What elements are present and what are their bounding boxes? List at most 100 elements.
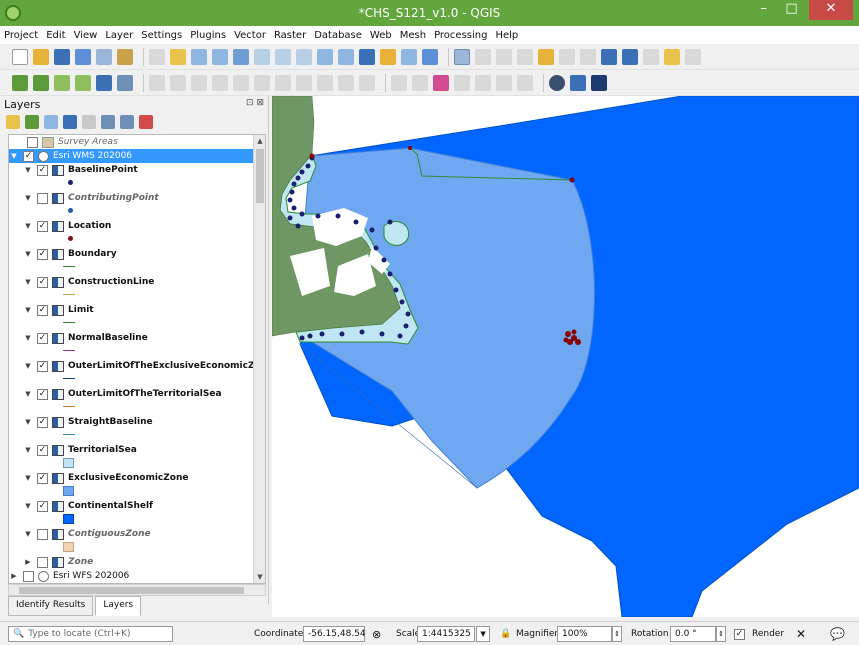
layer-checkbox[interactable]: ✓: [37, 388, 48, 400]
filter-legend-icon[interactable]: [63, 115, 77, 129]
collapse-all-icon[interactable]: [120, 115, 134, 129]
collapse-arrow-icon[interactable]: ▼: [23, 166, 33, 174]
delete-selected-icon[interactable]: [254, 74, 270, 91]
expand-arrow-icon[interactable]: ▶: [9, 572, 19, 580]
pencil-cross-icon[interactable]: ✕: [796, 626, 806, 642]
tab-layers[interactable]: Layers: [95, 596, 142, 616]
add-vector-icon[interactable]: [54, 74, 70, 91]
speech-bubble-icon[interactable]: 💬: [830, 626, 845, 642]
layer-checkbox[interactable]: ✓: [37, 276, 48, 288]
minimize-button[interactable]: –: [750, 0, 777, 20]
vertex-tool-icon[interactable]: [233, 74, 249, 91]
save-edits-icon[interactable]: [191, 74, 207, 91]
layer-continentalshelf[interactable]: ▼ ✓ ContinentalShelf: [23, 499, 153, 513]
layer-checkbox[interactable]: ✓: [37, 220, 48, 232]
book-icon[interactable]: [591, 74, 607, 91]
refresh-icon[interactable]: [422, 48, 438, 65]
collapse-arrow-icon[interactable]: ▼: [23, 222, 33, 230]
layer-tree[interactable]: Survey Areas ▼ ✓ Esri WMS 202006 ▼ ✓ Bas…: [8, 134, 266, 584]
layer-straightbaseline[interactable]: ▼ ✓ StraightBaseline: [23, 415, 153, 429]
menu-vector[interactable]: Vector: [234, 30, 266, 41]
lock-icon[interactable]: 🔒: [500, 626, 511, 642]
layer-normalbaseline[interactable]: ▼ ✓ NormalBaseline: [23, 331, 148, 345]
scroll-up-icon[interactable]: ▲: [254, 135, 265, 147]
copy-features-icon[interactable]: [296, 74, 312, 91]
digitize-icon[interactable]: [212, 74, 228, 91]
menu-processing[interactable]: Processing: [434, 30, 487, 41]
sum-icon[interactable]: [622, 48, 638, 65]
tab-identify-results[interactable]: Identify Results: [8, 596, 94, 616]
map-tips-icon[interactable]: [664, 48, 680, 65]
attribute-table-icon[interactable]: [559, 48, 575, 65]
layer-checkbox[interactable]: [27, 136, 38, 148]
zoom-next-icon[interactable]: [338, 48, 354, 65]
scale-field[interactable]: 1:4415325: [417, 626, 475, 642]
data-source-manager-icon[interactable]: [12, 74, 28, 91]
zoom-selection-icon[interactable]: [254, 48, 270, 65]
collapse-arrow-icon[interactable]: ▼: [23, 390, 33, 398]
menu-raster[interactable]: Raster: [274, 30, 306, 41]
collapse-arrow-icon[interactable]: ▼: [23, 418, 33, 426]
label-highlight-icon[interactable]: [433, 74, 449, 91]
edit-pencil-icon[interactable]: [170, 74, 186, 91]
collapse-arrow-icon[interactable]: ▼: [23, 334, 33, 342]
scrollbar-thumb[interactable]: [19, 587, 244, 594]
select-icon[interactable]: [475, 48, 491, 65]
layer-exclusiveeconomiczone[interactable]: ▼ ✓ ExclusiveEconomicZone: [23, 471, 188, 485]
manage-visibility-icon[interactable]: [44, 115, 58, 129]
group-esri-wms[interactable]: ▼ ✓ Esri WMS 202006: [9, 149, 255, 163]
pan-icon[interactable]: [149, 48, 165, 65]
field-calc-icon[interactable]: [538, 48, 554, 65]
identify-icon[interactable]: [454, 48, 470, 65]
print-layout-icon[interactable]: [96, 48, 112, 65]
style-manager-icon[interactable]: [117, 48, 133, 65]
collapse-arrow-icon[interactable]: ▼: [23, 474, 33, 482]
magnifier-spinner-icon[interactable]: ⇕: [612, 626, 622, 642]
render-checkbox[interactable]: ✓: [734, 626, 748, 642]
layer-tree-hscrollbar[interactable]: [8, 584, 266, 596]
zoom-in-icon[interactable]: [191, 48, 207, 65]
open-styling-icon[interactable]: [6, 115, 20, 129]
layer-limit[interactable]: ▼ ✓ Limit: [23, 303, 94, 317]
collapse-arrow-icon[interactable]: ▼: [23, 194, 33, 202]
menu-web[interactable]: Web: [370, 30, 392, 41]
layer-checkbox[interactable]: [23, 570, 34, 582]
layer-contributingpoint[interactable]: ▼ ContributingPoint: [23, 191, 159, 205]
python-icon[interactable]: [570, 74, 586, 91]
layer-contiguouszone[interactable]: ▼ ContiguousZone: [23, 527, 151, 541]
rotation-field[interactable]: 0.0 °: [670, 626, 716, 642]
measure-icon[interactable]: [643, 48, 659, 65]
layer-checkbox[interactable]: [37, 528, 48, 540]
layer-checkbox[interactable]: ✓: [37, 248, 48, 260]
select-value-icon[interactable]: [496, 48, 512, 65]
new-map-view-icon[interactable]: [359, 48, 375, 65]
menu-view[interactable]: View: [74, 30, 98, 41]
collapse-arrow-icon[interactable]: ▼: [23, 362, 33, 370]
layer-checkbox[interactable]: ✓: [37, 472, 48, 484]
layer-checkbox[interactable]: [37, 192, 48, 204]
layer-checkbox[interactable]: ✓: [37, 500, 48, 512]
rotation-spinner-icon[interactable]: ⇕: [716, 626, 726, 642]
zoom-layer-icon[interactable]: [275, 48, 291, 65]
filter-expression-icon[interactable]: [82, 115, 96, 129]
close-button[interactable]: ✕: [809, 0, 853, 20]
menu-mesh[interactable]: Mesh: [400, 30, 426, 41]
layer-checkbox[interactable]: [37, 556, 48, 568]
label-rotate-icon[interactable]: [496, 74, 512, 91]
layer-zone[interactable]: ▶ Zone: [23, 555, 93, 569]
bookmark-icon[interactable]: [380, 48, 396, 65]
new-layer-icon[interactable]: [33, 74, 49, 91]
menu-help[interactable]: Help: [495, 30, 518, 41]
panel-float-close-icon[interactable]: ⊡ ⊠: [246, 98, 264, 108]
undo-icon[interactable]: [338, 74, 354, 91]
save-project-icon[interactable]: [54, 48, 70, 65]
text-annotation-icon[interactable]: [685, 48, 701, 65]
redo-icon[interactable]: [359, 74, 375, 91]
locator-search-field[interactable]: 🔍 Type to locate (Ctrl+K): [8, 626, 173, 642]
layer-location[interactable]: ▼ ✓ Location: [23, 219, 111, 233]
add-db-icon[interactable]: [96, 74, 112, 91]
menu-plugins[interactable]: Plugins: [190, 30, 226, 41]
map-canvas[interactable]: [272, 96, 859, 617]
zoom-out-icon[interactable]: [212, 48, 228, 65]
collapse-arrow-icon[interactable]: ▼: [9, 152, 19, 160]
